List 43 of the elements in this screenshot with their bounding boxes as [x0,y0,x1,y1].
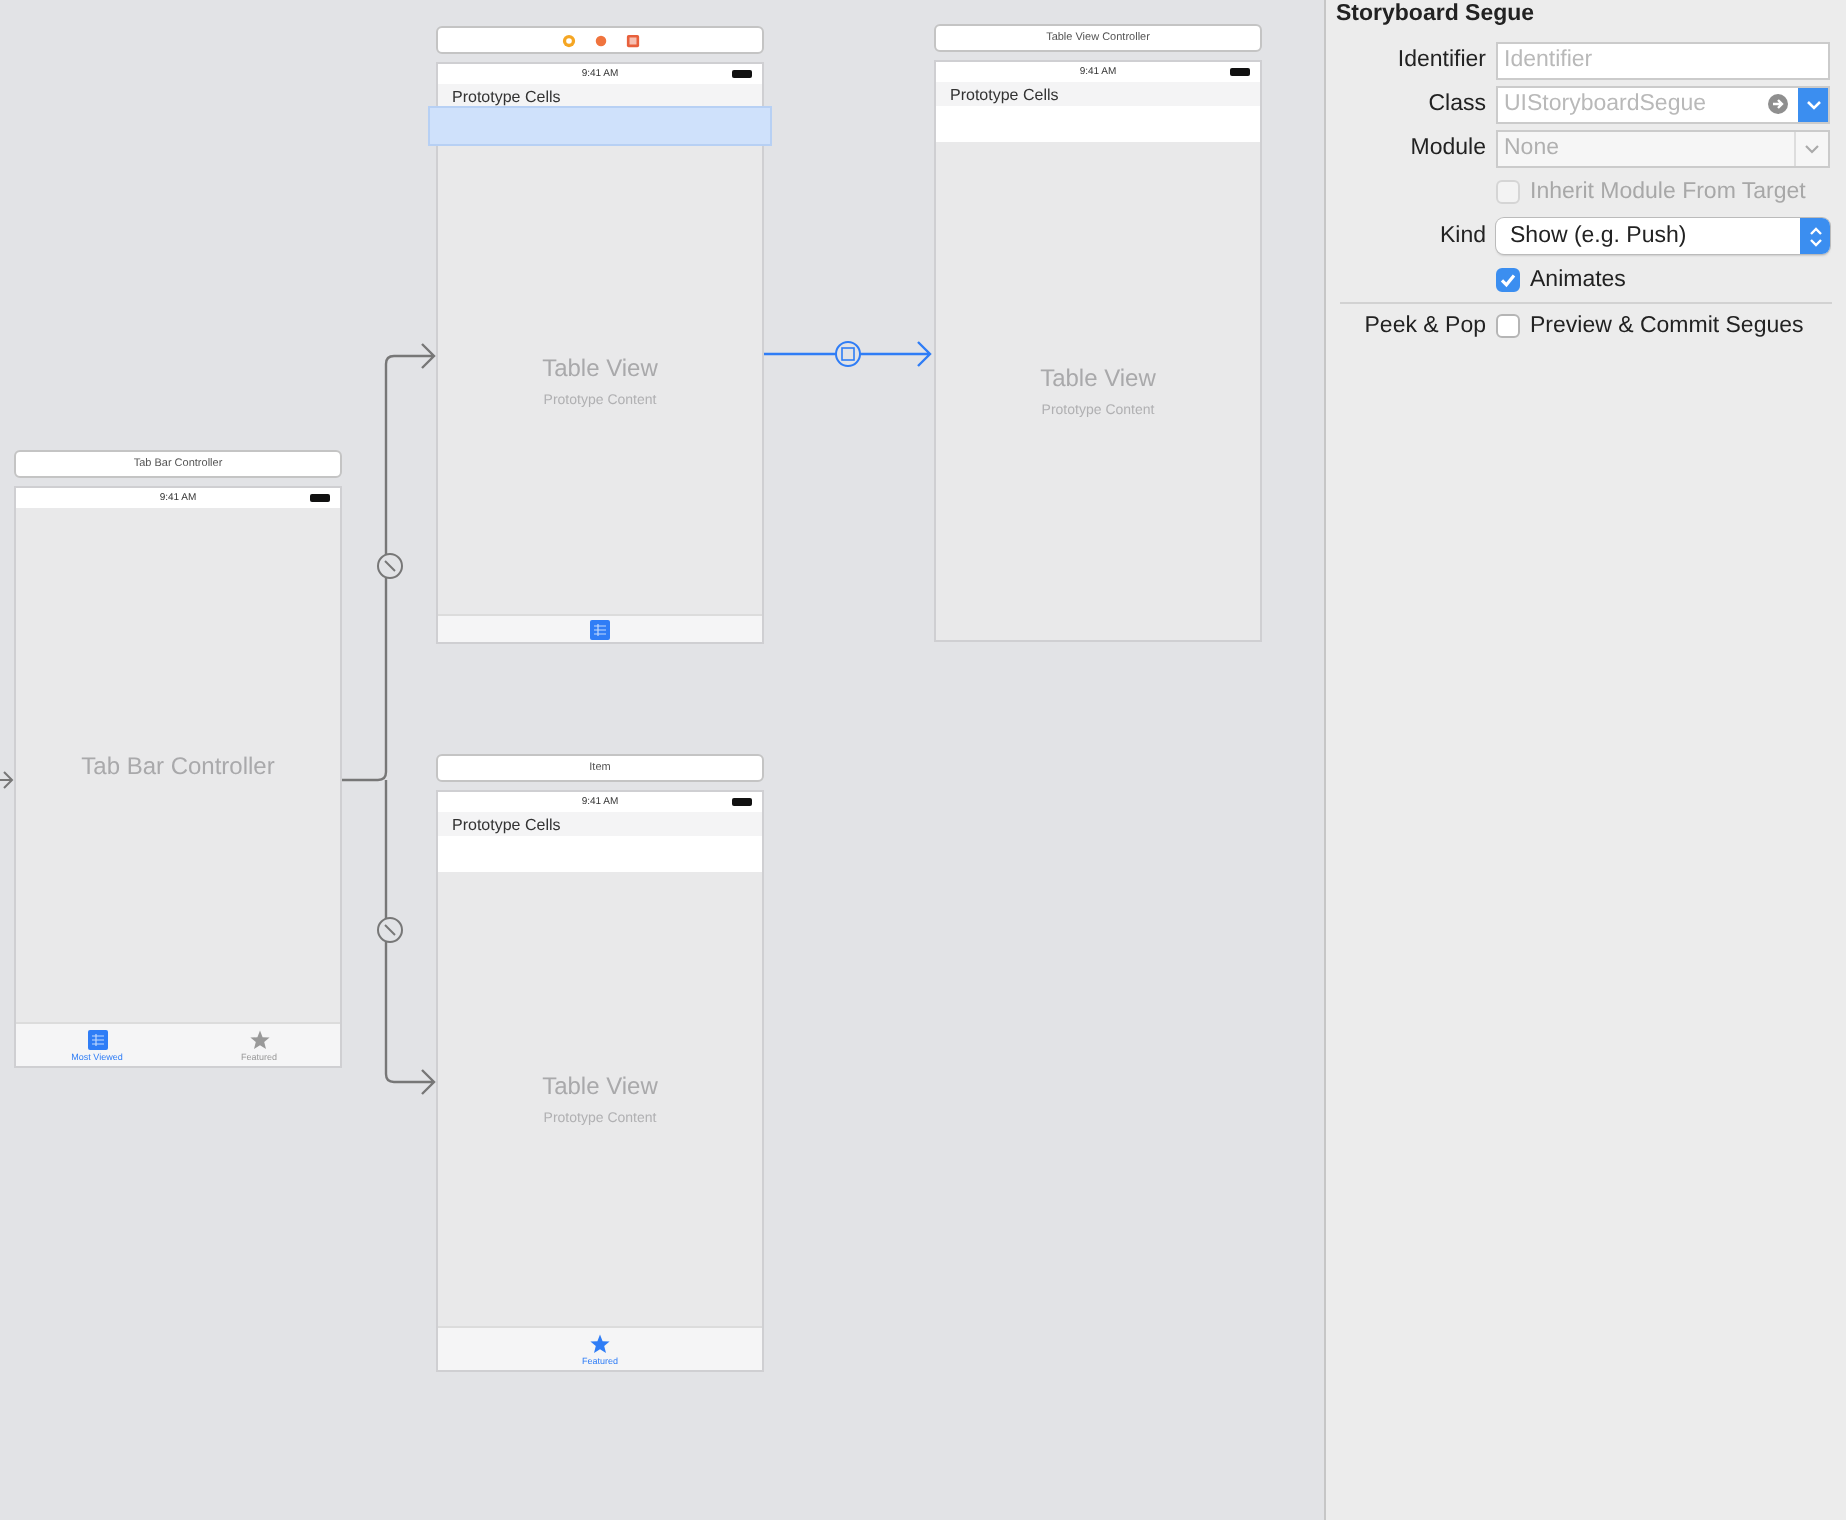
field-label: Identifier [1397,48,1486,72]
section-header: Prototype Cells [452,87,561,105]
battery-icon [732,798,752,806]
battery-icon [1230,68,1250,76]
section-header: Prototype Cells [452,815,561,833]
table-view-label: Table View [1040,364,1156,392]
field-label: Kind [1439,224,1486,248]
kind-popup-button[interactable]: Show (e.g. Push) [1496,218,1830,254]
segue-arrow[interactable] [384,778,436,1096]
checkbox[interactable]: Animates [1496,268,1626,292]
checkbox[interactable]: Preview & Commit Segues [1496,314,1804,338]
arrow-circle-icon[interactable] [1768,94,1788,114]
field-label: Class [1428,92,1486,116]
star-icon [249,1029,269,1049]
checkmark-icon [1498,270,1518,290]
prototype-cell[interactable] [428,106,772,146]
show-segue-icon[interactable] [835,341,861,367]
list-icon [590,619,610,639]
battery-icon [732,70,752,78]
dropdown-button[interactable] [1798,87,1828,121]
section-header: Prototype Cells [950,85,1059,103]
entry-arrow [0,771,14,789]
table-view-label: Table View [542,353,658,381]
battery-icon [310,494,330,502]
field-label: Module [1410,136,1486,160]
controller-label: Tab Bar Controller [81,751,275,779]
star-icon [590,1333,610,1353]
identifier-field[interactable]: Identifier [1496,41,1830,79]
relationship-icon[interactable] [377,553,403,579]
chevron-down-icon [1804,143,1820,153]
table-view-label: Table View [542,1072,658,1100]
circle-icon[interactable] [561,33,575,47]
prototype-cell[interactable] [936,106,1260,142]
class-combo-box[interactable]: UIStoryboardSegue [1496,85,1830,123]
inspector-title: Storyboard Segue [1334,0,1537,30]
field-label: Peek & Pop [1364,314,1486,338]
relationship-icon[interactable] [377,917,403,943]
up-down-chevron-icon [1807,225,1823,247]
segue-arrow[interactable] [340,342,436,782]
segue-arrow[interactable] [762,340,932,368]
list-icon [87,1029,107,1049]
prototype-cell[interactable] [438,836,762,872]
chevron-down-icon [1806,99,1822,109]
